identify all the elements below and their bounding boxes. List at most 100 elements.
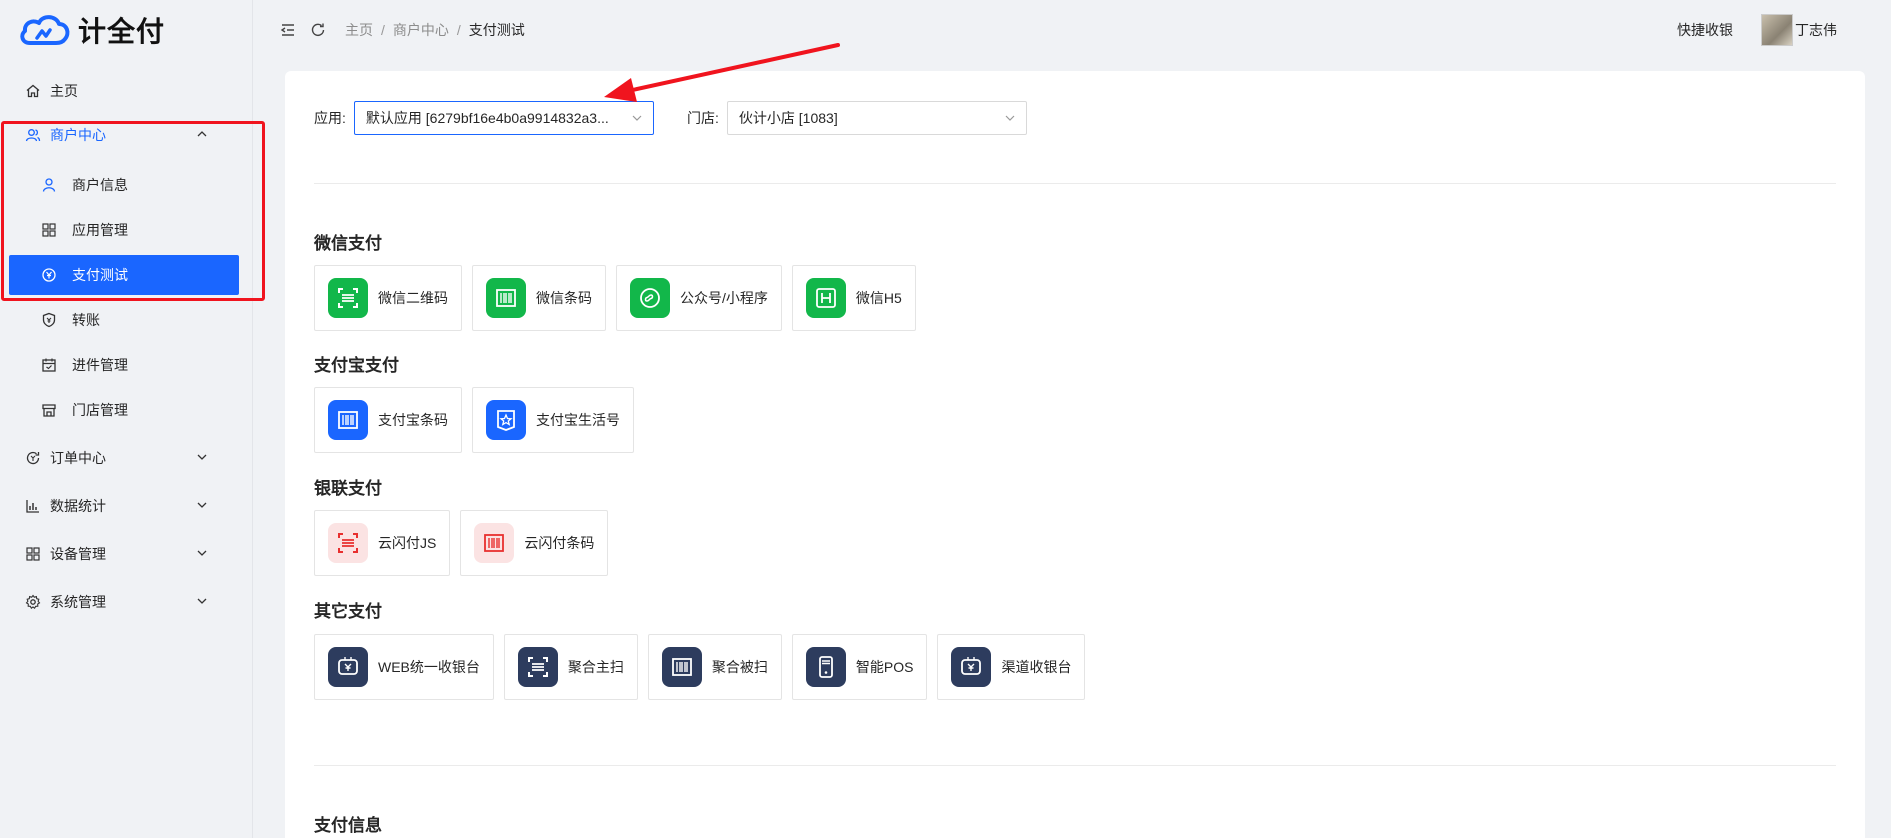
sidebar-item-data-stats[interactable]: 数据统计 [0, 486, 253, 526]
pay-method-label: 支付宝条码 [378, 412, 448, 428]
barcode-icon [328, 400, 368, 440]
wechat-pay-row: 微信二维码 微信条码 公众号/小程序 微信H5 [314, 265, 926, 331]
section-title-unionpay: 银联支付 [314, 479, 382, 498]
sidebar-item-pay-test[interactable]: 支付测试 [9, 255, 239, 295]
sidebar-item-label: 数据统计 [50, 498, 106, 514]
breadcrumb: 主页 / 商户中心 / 支付测试 [345, 20, 525, 40]
reload-icon[interactable] [309, 21, 327, 39]
sidebar-item-order-center[interactable]: 订单中心 [0, 438, 253, 478]
breadcrumb-separator: / [381, 22, 385, 38]
sidebar-item-onboard-manage[interactable]: 进件管理 [0, 345, 253, 385]
pay-method-label: WEB统一收银台 [378, 659, 480, 675]
app-filter: 应用: 默认应用 [6279bf16e4b0a9914832a3... [314, 101, 654, 135]
pay-method-channel-cashier[interactable]: 渠道收银台 [937, 634, 1086, 700]
sidebar-item-label: 商户中心 [50, 127, 106, 143]
pay-method-label: 云闪付条码 [524, 535, 595, 551]
sidebar-item-label: 系统管理 [50, 594, 106, 610]
pay-method-unionpay-js[interactable]: 云闪付JS [314, 510, 451, 576]
chevron-up-icon [197, 131, 207, 137]
sidebar-item-label: 商户信息 [72, 177, 128, 193]
breadcrumb-home[interactable]: 主页 [345, 20, 373, 40]
header-actions: 快捷收银 丁志伟 [1677, 0, 1891, 60]
qrcode-scan-icon [328, 523, 368, 563]
cashier-icon [328, 647, 368, 687]
avatar[interactable] [1761, 14, 1793, 46]
sidebar-item-app-manage[interactable]: 应用管理 [0, 210, 253, 250]
yen-circle-icon [40, 266, 58, 284]
sidebar-item-merchant-info[interactable]: 商户信息 [0, 165, 253, 205]
shield-icon [40, 311, 58, 329]
sidebar-item-label: 进件管理 [72, 357, 128, 373]
section-title-pay-info: 支付信息 [314, 816, 382, 835]
section-title-alipay: 支付宝支付 [314, 356, 399, 375]
section-title-wechat: 微信支付 [314, 234, 382, 253]
other-pay-row: WEB统一收银台 聚合主扫 聚合被扫 智能POS 渠道收银台 [314, 634, 1095, 700]
store-filter: 门店: 伙计小店 [1083] [687, 101, 1027, 135]
pay-method-aggregate-scan[interactable]: 聚合主扫 [503, 634, 638, 700]
sidebar-item-merchant-center[interactable]: 商户中心 [0, 115, 253, 155]
chevron-down-icon [197, 502, 207, 508]
divider [314, 765, 1836, 766]
user-name[interactable]: 丁志伟 [1795, 20, 1837, 40]
app-logo[interactable]: 计全付 [18, 10, 165, 50]
user-icon [40, 176, 58, 194]
sidebar-item-system-manage[interactable]: 系统管理 [0, 582, 253, 622]
store-select-value: 伙计小店 [1083] [738, 110, 838, 126]
store-icon [40, 401, 58, 419]
star-badge-icon [486, 400, 526, 440]
sidebar-item-home[interactable]: 主页 [0, 71, 253, 111]
h5-icon [805, 278, 846, 318]
sidebar-item-label: 应用管理 [72, 222, 128, 238]
pay-method-label: 公众号/小程序 [680, 290, 768, 306]
chevron-down-icon [1005, 115, 1015, 121]
chevron-down-icon [197, 454, 207, 460]
pay-method-label: 支付宝生活号 [536, 412, 620, 428]
alipay-pay-row: 支付宝条码 支付宝生活号 [314, 387, 644, 453]
divider [314, 183, 1836, 184]
pay-method-unionpay-barcode[interactable]: 云闪付条码 [460, 510, 609, 576]
pay-method-alipay-barcode[interactable]: 支付宝条码 [314, 387, 462, 453]
sidebar: 计全付 主页 商户中心 商户信息 应用管理 支付测试 转账 进件管理 门店管理 … [0, 0, 265, 838]
chevron-down-icon [197, 550, 207, 556]
sidebar-item-store-manage[interactable]: 门店管理 [0, 390, 253, 430]
mini-program-icon [630, 278, 670, 318]
pay-method-wechat-mp[interactable]: 公众号/小程序 [616, 265, 782, 331]
gear-icon [24, 593, 42, 611]
barcode-icon [661, 647, 702, 687]
section-title-other: 其它支付 [314, 602, 382, 621]
users-icon [24, 126, 42, 144]
breadcrumb-separator: / [456, 22, 461, 38]
breadcrumb-current: 支付测试 [468, 22, 525, 38]
pay-method-wechat-qrcode[interactable]: 微信二维码 [314, 265, 462, 331]
pay-method-aggregate-barcode[interactable]: 聚合被扫 [647, 634, 782, 700]
barcode-icon [486, 278, 526, 318]
pay-method-label: 聚合主扫 [567, 659, 624, 675]
qrcode-scan-icon [517, 647, 558, 687]
top-header: 主页 / 商户中心 / 支付测试 快捷收银 丁志伟 [253, 0, 1891, 60]
cloud-logo-icon [20, 15, 70, 45]
menu-fold-icon[interactable] [279, 21, 297, 39]
app-select[interactable]: 默认应用 [6279bf16e4b0a9914832a3... [353, 101, 654, 135]
sidebar-item-device-manage[interactable]: 设备管理 [0, 534, 253, 574]
calendar-check-icon [40, 356, 58, 374]
pay-method-smart-pos[interactable]: 智能POS [791, 634, 928, 700]
quick-pay-link[interactable]: 快捷收银 [1677, 20, 1733, 40]
sidebar-item-transfer[interactable]: 转账 [0, 300, 253, 340]
pay-method-alipay-life[interactable]: 支付宝生活号 [472, 387, 634, 453]
sidebar-item-label: 设备管理 [50, 546, 106, 562]
breadcrumb-merchant-center[interactable]: 商户中心 [393, 20, 449, 40]
app-select-value: 默认应用 [6279bf16e4b0a9914832a3... [365, 110, 609, 126]
pay-method-web-cashier[interactable]: WEB统一收银台 [314, 634, 494, 700]
pay-method-label: 渠道收银台 [1001, 659, 1072, 675]
pay-method-wechat-barcode[interactable]: 微信条码 [472, 265, 606, 331]
pay-method-label: 微信H5 [855, 290, 902, 306]
refresh-yen-icon [24, 449, 42, 467]
sidebar-item-label: 主页 [50, 83, 78, 99]
bar-chart-icon [24, 497, 42, 515]
pay-method-wechat-h5[interactable]: 微信H5 [791, 265, 916, 331]
app-filter-label: 应用: [314, 110, 346, 126]
grid-icon [40, 221, 58, 239]
pay-method-label: 智能POS [855, 659, 914, 675]
cashier-icon [951, 647, 992, 687]
store-select[interactable]: 伙计小店 [1083] [726, 101, 1027, 135]
